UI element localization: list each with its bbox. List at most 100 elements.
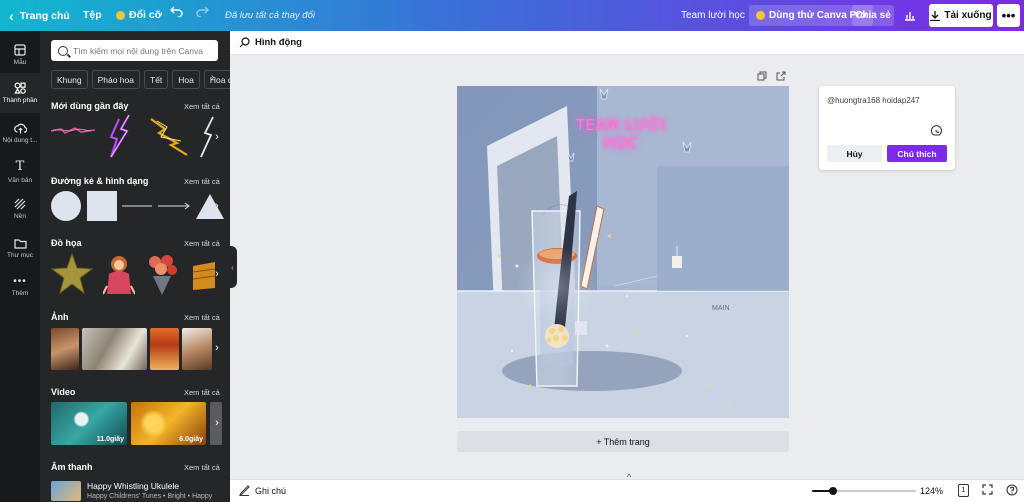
girl-illustration-graphic[interactable]	[103, 252, 135, 296]
flower-bouquet-graphic[interactable]	[145, 252, 179, 296]
see-all-videos[interactable]: Xem tất cả	[184, 388, 220, 397]
lightning-gold-graphic[interactable]	[147, 115, 191, 159]
videos-next-button[interactable]: ›	[210, 412, 224, 434]
chip-peach-blossom[interactable]: Hoa đà	[203, 70, 230, 89]
video-thumbnail[interactable]: 11.0giây	[51, 402, 127, 445]
upload-icon	[13, 123, 27, 133]
add-page-button[interactable]: + Thêm trang	[457, 431, 789, 452]
chevron-right-icon: ›	[215, 200, 219, 212]
circle-shape[interactable]	[51, 191, 81, 221]
redo-button[interactable]	[196, 6, 209, 17]
duplicate-page-button[interactable]	[757, 71, 767, 84]
see-all-lines-shapes[interactable]: Xem tất cả	[184, 177, 220, 186]
search-input[interactable]	[73, 45, 213, 56]
arrow-line-shape[interactable]	[157, 191, 191, 221]
lightning-horizontal-graphic[interactable]	[51, 115, 95, 145]
audio-item[interactable]: Happy Whistling Ukulele Happy Childrens'…	[51, 481, 212, 501]
search-icon	[58, 45, 68, 56]
videos-row: 11.0giây 6.0giây	[51, 402, 222, 445]
rail-item-elements[interactable]: Thành phần	[0, 73, 40, 113]
bottom-bar: Ghi chú 124% 1	[230, 479, 1024, 502]
rail-item-more[interactable]: ••• Thêm	[0, 266, 40, 306]
rail-label: Văn bản	[7, 176, 33, 184]
chips-next-button[interactable]: ›	[211, 72, 214, 83]
rail-item-text[interactable]: T Văn bản	[0, 151, 40, 191]
undo-button[interactable]	[170, 6, 183, 17]
comment-input[interactable]: @huongtra168 hoidap247	[827, 96, 920, 105]
help-button[interactable]	[1006, 484, 1018, 499]
cancel-button[interactable]: Hủy	[827, 145, 882, 162]
animate-icon	[239, 37, 250, 48]
download-label: Tải xuống	[944, 10, 992, 21]
rail-item-uploads[interactable]: Nội dung t...	[0, 113, 40, 153]
rail-item-templates[interactable]: Mẫu	[0, 35, 40, 75]
file-menu-button[interactable]: Tệp	[83, 9, 102, 21]
help-icon	[1006, 484, 1018, 496]
video-thumbnail[interactable]: 6.0giây	[131, 402, 206, 445]
see-all-graphics[interactable]: Xem tất cả	[184, 239, 220, 248]
chip-tet[interactable]: Tết	[144, 70, 169, 89]
folder-icon	[13, 238, 27, 249]
see-all-photos[interactable]: Xem tất cả	[184, 313, 220, 322]
page-count-button[interactable]: 1	[958, 484, 969, 497]
elements-icon	[14, 82, 26, 94]
zoom-slider[interactable]	[812, 487, 916, 495]
square-shape[interactable]	[87, 191, 117, 221]
rail-label: Thêm	[11, 289, 29, 297]
section-title-audio: Âm thanh	[51, 462, 93, 472]
photo-thumbnail[interactable]	[82, 328, 147, 370]
see-all-audio[interactable]: Xem tất cả	[184, 463, 220, 472]
zoom-level[interactable]: 124%	[920, 486, 943, 496]
crown-icon	[756, 11, 765, 20]
resize-button[interactable]: Đổi cỡ	[116, 9, 162, 21]
chip-flower[interactable]: Hoa	[172, 70, 200, 89]
animate-button[interactable]: Hình động	[239, 37, 302, 48]
chip-frames[interactable]: Khung	[51, 70, 88, 89]
artboard-watermark: MAIN	[712, 305, 730, 312]
fullscreen-button[interactable]	[982, 484, 993, 498]
photo-thumbnail[interactable]	[51, 328, 79, 370]
design-artboard[interactable]: MAIN TEAM LƯỜI HỌC	[457, 86, 789, 418]
recent-next-button[interactable]: ›	[210, 126, 224, 148]
chip-fireworks[interactable]: Pháo hoa	[91, 70, 140, 89]
photos-next-button[interactable]: ›	[210, 337, 224, 359]
chevron-right-icon: ›	[215, 131, 219, 143]
comment-card: @huongtra168 hoidap247 Hủy Chú thích	[819, 86, 955, 170]
background-icon	[14, 198, 26, 210]
bar-chart-icon	[905, 12, 915, 21]
search-box[interactable]	[51, 40, 218, 61]
lightning-purple-graphic[interactable]	[99, 115, 143, 159]
zoom-slider-handle[interactable]	[828, 487, 837, 495]
section-title-photos: Ảnh	[51, 312, 69, 322]
artboard-headline[interactable]: TEAM LƯỜI HỌC	[561, 116, 681, 152]
share-button[interactable]: Chia sẻ	[852, 5, 894, 26]
rail-label: Nền	[14, 213, 26, 220]
home-button[interactable]: ‹ Trang chủ	[9, 8, 70, 24]
audio-cover	[51, 481, 81, 501]
comment-submit-button[interactable]: Chú thích	[887, 145, 947, 162]
rail-item-background[interactable]: Nền	[0, 189, 40, 229]
notes-button[interactable]: Ghi chú	[239, 485, 286, 496]
animate-label: Hình động	[255, 37, 302, 48]
photo-thumbnail[interactable]	[182, 328, 212, 370]
collapse-panel-handle[interactable]: ‹	[228, 246, 237, 288]
rail-item-folders[interactable]: Thư mục	[0, 228, 40, 268]
graphics-row	[51, 252, 215, 296]
graphics-next-button[interactable]: ›	[210, 263, 224, 285]
download-button[interactable]: Tải xuống	[929, 4, 993, 27]
rail-label: Nội dung t...	[2, 136, 38, 144]
photo-thumbnail[interactable]	[150, 328, 179, 370]
share-page-button[interactable]	[776, 71, 786, 84]
emoji-icon[interactable]	[930, 124, 943, 137]
design-title[interactable]: Team lười học	[681, 10, 745, 21]
expand-icon	[982, 484, 993, 495]
more-options-button[interactable]: •••	[997, 4, 1020, 27]
category-chips: Khung Pháo hoa Tết Hoa Hoa đà	[51, 70, 230, 90]
insights-button[interactable]	[898, 5, 922, 26]
resize-label: Đổi cỡ	[129, 9, 163, 21]
see-all-recent[interactable]: Xem tất cả	[184, 102, 220, 111]
line-shape[interactable]	[121, 191, 153, 221]
context-toolbar: Hình động	[230, 31, 1024, 55]
shapes-next-button[interactable]: ›	[210, 195, 224, 217]
gold-star-graphic[interactable]	[51, 252, 93, 296]
